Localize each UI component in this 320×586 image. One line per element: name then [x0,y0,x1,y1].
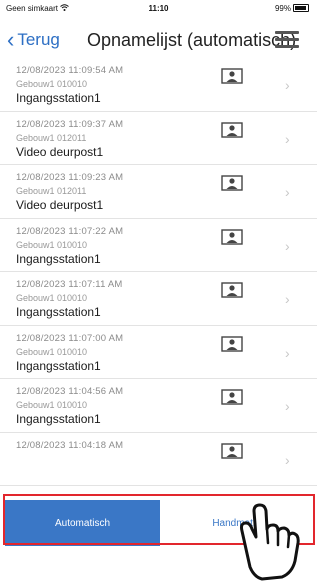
back-button[interactable]: ‹ Terug [7,27,60,52]
recording-row[interactable]: 12/08/2023 11:07:00 AM Gebouw1 010010 Inga… [0,326,317,379]
snapshot-icon [221,282,243,298]
recording-station: Video deurpost1 [16,198,104,212]
recording-timestamp: 12/08/2023 11:04:56 AM [16,386,124,397]
recording-row[interactable]: 12/08/2023 11:07:22 AM Gebouw1 010010 Inga… [0,219,317,272]
recording-timestamp: 12/08/2023 11:07:11 AM [16,279,123,290]
recording-timestamp: 12/08/2023 11:04:18 AM [16,439,124,451]
recording-timestamp: 12/08/2023 11:07:22 AM [16,225,124,237]
chevron-right-icon: › [285,130,290,147]
chevron-left-icon: ‹ [7,27,15,52]
page-title: Opnamelijst (automatisch) [87,30,297,50]
recording-timestamp: 12/08/2023 11:09:54 AM [16,65,124,76]
recording-building: Gebouw1 010010 [16,400,88,410]
recording-row[interactable]: 12/08/2023 11:09:37 AM Gebouw1 012011 Vide… [0,112,317,165]
chevron-right-icon: › [285,291,290,307]
recording-building: Gebouw1 012011 [16,132,87,143]
pointing-hand-icon [232,503,302,581]
recording-station: Ingangsstation1 [16,251,101,266]
recording-building: Gebouw1 010010 [16,293,88,303]
back-label: Terug [17,30,60,49]
snapshot-icon [221,228,243,245]
recording-station: Ingangsstation1 [16,91,101,105]
recording-building: Gebouw1 012011 [16,186,87,196]
chevron-right-icon: › [285,398,290,414]
recording-row[interactable]: 12/08/2023 11:04:56 AM Gebouw1 010010 Inga… [0,379,317,433]
snapshot-icon [221,442,243,459]
chevron-right-icon: › [285,451,290,468]
recording-row[interactable]: 12/08/2023 11:07:11 AM Gebouw1 010010 Inga… [0,272,317,326]
recording-row[interactable]: 12/08/2023 11:04:18 AM › [0,433,317,486]
recording-row[interactable]: 12/08/2023 11:09:23 AM Gebouw1 012011 Vide… [0,165,317,219]
battery-indicator: 99% [275,4,309,13]
recording-timestamp: 12/08/2023 11:09:37 AM [16,118,124,130]
recording-building: Gebouw1 010010 [16,239,88,250]
clock: 11:10 [148,4,169,13]
recording-list[interactable]: 12/08/2023 11:09:54 AM Gebouw1 010010 Inga… [0,58,317,500]
battery-icon [293,4,309,12]
recording-row[interactable]: 12/08/2023 11:09:54 AM Gebouw1 010010 Inga… [0,58,317,112]
recording-timestamp: 12/08/2023 11:09:23 AM [16,172,124,183]
recording-station: Video deurpost1 [16,144,104,159]
recording-timestamp: 12/08/2023 11:07:00 AM [16,332,124,344]
recording-station: Ingangsstation1 [16,412,101,426]
snapshot-icon [221,68,243,84]
recording-station: Ingangsstation1 [16,358,101,373]
battery-percent: 99% [274,4,291,13]
recording-station: Ingangsstation1 [16,305,101,319]
chevron-right-icon: › [285,184,290,200]
recording-building: Gebouw1 010010 [16,79,88,89]
chevron-right-icon: › [285,237,290,254]
chevron-right-icon: › [285,344,290,361]
snapshot-icon [221,389,243,405]
recording-building: Gebouw1 010010 [16,346,88,357]
snapshot-icon [221,335,243,352]
nav-bar: ‹ Terug Opnamelijst (automatisch) [0,20,317,58]
snapshot-icon [221,121,243,138]
chevron-right-icon: › [285,77,290,93]
menu-icon[interactable] [275,29,303,51]
snapshot-icon [221,175,243,191]
status-bar: Geen simkaart 11:10 99% [0,0,317,18]
